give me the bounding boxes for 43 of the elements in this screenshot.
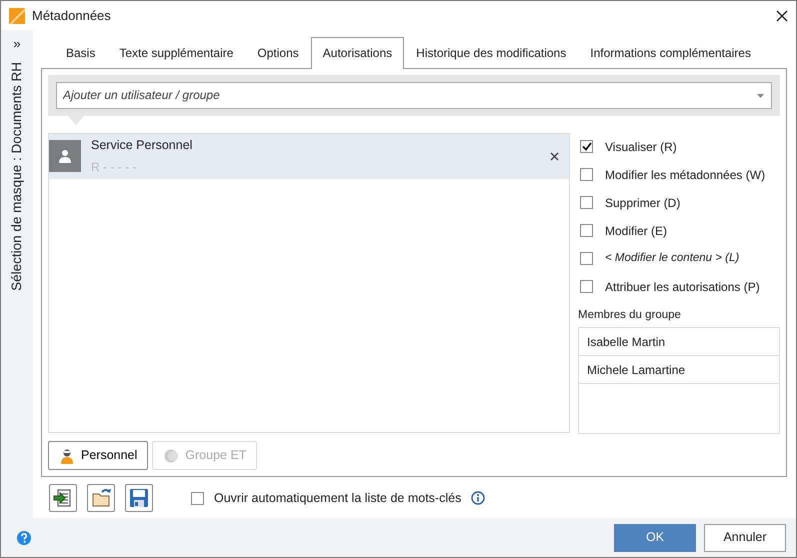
help-icon[interactable]: [17, 530, 31, 544]
dropdown-arrow-icon[interactable]: [757, 94, 764, 98]
tab[interactable]: Autorisations: [310, 37, 404, 69]
cancel-button[interactable]: Annuler: [704, 524, 786, 552]
window-title: Métadonnées: [32, 6, 111, 25]
user-avatar-icon: [49, 140, 81, 172]
info-icon[interactable]: [471, 491, 486, 505]
app-icon: [9, 8, 25, 24]
members-label: Membres du groupe: [578, 308, 682, 323]
tab[interactable]: Basis: [54, 37, 108, 68]
auto-open-label: Ouvrir automatiquement la liste de mots-clés: [214, 490, 462, 507]
tab[interactable]: Options: [245, 37, 311, 68]
group-button[interactable]: Personnel: [48, 441, 148, 470]
checkbox[interactable]: [191, 492, 204, 504]
checkbox[interactable]: [580, 168, 593, 182]
checkbox[interactable]: [580, 280, 593, 294]
permission-label: < Modifier le contenu > (L): [605, 251, 740, 266]
ok-button[interactable]: OK: [614, 524, 696, 552]
member-item: Michele Lamartine: [579, 356, 779, 384]
permission-label: Supprimer (D): [605, 194, 680, 212]
permission-label: Attribuer les autorisations (P): [605, 278, 760, 296]
permission-label: Modifier (E): [605, 222, 668, 240]
list-item[interactable]: Service Personnel R - - - - -: [49, 134, 569, 179]
tab[interactable]: Texte supplémentaire: [107, 37, 246, 68]
remove-icon[interactable]: [550, 152, 559, 161]
permission-label: Modifier les métadonnées (W): [605, 166, 766, 184]
tab[interactable]: Informations complémentaires: [578, 37, 763, 68]
checkbox[interactable]: [580, 196, 593, 210]
checkbox[interactable]: [580, 140, 593, 154]
close-icon[interactable]: [776, 10, 788, 22]
member-item: Isabelle Martin: [579, 328, 779, 356]
checkbox[interactable]: [580, 224, 593, 238]
save-icon[interactable]: [128, 487, 150, 509]
folder-icon[interactable]: [90, 487, 112, 509]
sidebar-label: Sélection de masque : Documents RH: [8, 62, 25, 290]
checkbox[interactable]: [580, 252, 593, 266]
tab[interactable]: Historique des modifications: [404, 37, 578, 68]
permission-label: Visualiser (R): [605, 138, 677, 156]
expand-toggle[interactable]: »: [13, 34, 21, 54]
entry-name: Service Personnel: [91, 137, 194, 154]
group-icon: [163, 448, 180, 464]
person-icon: [59, 448, 75, 464]
entry-rights: R - - - - -: [91, 159, 138, 176]
